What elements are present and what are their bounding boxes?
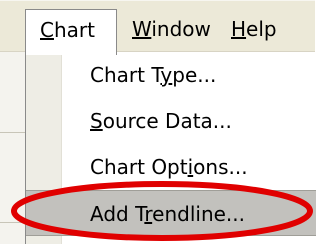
chart-menu-dropdown: Chart Type... Source Data... Chart Optio… xyxy=(25,52,316,244)
menu-item-label: Add Trendline... xyxy=(90,202,245,226)
menu-help-mnemonic: H xyxy=(231,17,247,41)
menu-item-add-trendline[interactable]: Add Trendline... xyxy=(26,190,316,236)
menu-chart-suffix: hart xyxy=(53,18,95,42)
menu-item-chart-options[interactable]: Chart Options... xyxy=(26,144,316,190)
menu-chart[interactable]: Chart xyxy=(25,9,117,55)
menu-bar: Chart Window Help xyxy=(0,0,315,55)
menu-window[interactable]: Window xyxy=(118,11,225,47)
menu-window-suffix: indow xyxy=(151,17,211,41)
menu-item-label: Source Data... xyxy=(90,109,232,133)
menu-icon-gutter-cell xyxy=(26,191,62,235)
background-divider xyxy=(0,132,25,133)
menu-help-suffix: elp xyxy=(246,17,277,41)
menu-window-mnemonic: W xyxy=(132,17,152,41)
menu-chart-mnemonic: C xyxy=(40,18,54,42)
menu-item-chart-type[interactable]: Chart Type... xyxy=(26,52,316,98)
menu-help[interactable]: Help xyxy=(217,11,291,47)
menu-item-label: Chart Type... xyxy=(90,63,217,87)
menu-item-source-data[interactable]: Source Data... xyxy=(26,98,316,144)
background-window xyxy=(0,52,25,244)
background-divider xyxy=(0,222,25,223)
menu-item-label: Chart Options... xyxy=(90,155,248,179)
